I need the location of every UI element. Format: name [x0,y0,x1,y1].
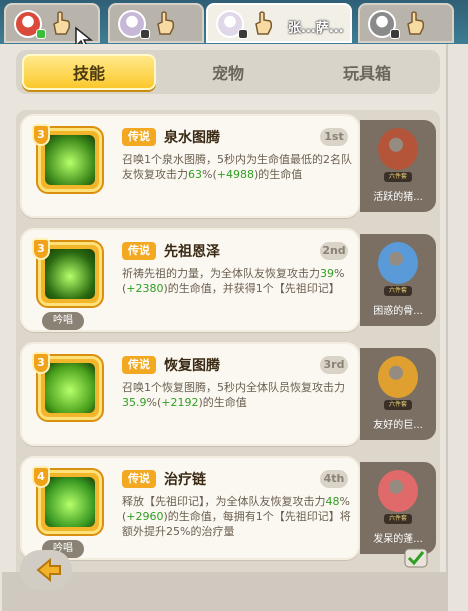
description-part: )的生命值 [253,168,303,181]
pet-portrait [378,470,418,512]
pet-portrait [378,356,418,398]
pet-set-badge: 六件套 [384,514,412,524]
status-badge [238,29,248,39]
description-part: 35.9 [122,396,147,409]
cast-order-badge: 1st [320,128,348,146]
skill-row[interactable]: 3 传说 恢复图腾 3rd 召唤1个恢复图腾，5秒内全体队员恢复攻击力 35.9%(+21… [20,342,436,446]
status-badge [140,29,150,39]
skill-list: 3 传说 泉水图腾 1st 召唤1个泉水图腾，5秒内为生命值最低的2名队友恢复攻击力63… [16,110,440,610]
player-tab[interactable]: 张...萨... [206,3,352,43]
skill-row[interactable]: 4 吟唱 传说 治疗链 4th 释放【先祖印记】，为全体队友恢复攻击力48%(+2960)… [20,456,436,560]
tab-pets[interactable]: 宠物 [161,54,295,90]
hand-point-icon [255,11,273,35]
checkmark-icon[interactable] [404,548,428,568]
skill-level-badge: 3 [32,352,50,374]
player-tab[interactable] [358,3,454,43]
description-part: %( [146,396,162,409]
hand-point-icon [407,11,425,35]
pet-name: 友好的巨... [373,420,423,431]
cast-order-badge: 4th [320,470,348,488]
skill-row[interactable]: 3 传说 泉水图腾 1st 召唤1个泉水图腾，5秒内为生命值最低的2名队友恢复攻击力63… [20,114,436,218]
skill-level-badge: 3 [32,238,50,260]
skill-level-badge: 4 [32,466,50,488]
skill-name: 恢复图腾 [164,358,220,374]
skill-name: 治疗链 [164,472,206,488]
cast-order-badge: 3rd [320,356,348,374]
description-part: +2380 [126,282,164,295]
skill-icon-art [45,135,95,185]
skill-name: 泉水图腾 [164,130,220,146]
pet-name: 活跃的猪... [373,192,423,203]
pet-slot[interactable]: 六件套友好的巨... [360,348,436,440]
tab-skills[interactable]: 技能 [22,54,156,90]
rarity-tag: 传说 [122,470,156,488]
tab-toybox[interactable]: 玩具箱 [300,54,434,90]
player-name: 张...萨... [288,21,344,36]
description-part: 召唤1个恢复图腾，5秒内全体队员恢复攻击力 [122,381,345,394]
hand-point-icon [53,11,71,35]
rarity-tag: 传说 [122,128,156,146]
skill-row[interactable]: 3 吟唱 传说 先祖恩泽 2nd 祈祷先祖的力量，为全体队友恢复攻击力39%(+2380)… [20,228,436,332]
rarity-tag: 传说 [122,356,156,374]
skill-description: 召唤1个泉水图腾，5秒内为生命值最低的2名队友恢复攻击力63%(+4988)的生… [122,152,354,182]
skill-level-badge: 3 [32,124,50,146]
back-arrow-icon [36,557,61,583]
cast-order-badge: 2nd [320,242,348,260]
pet-set-badge: 六件套 [384,286,412,296]
chant-label: 吟唱 [42,312,84,330]
skill-card[interactable]: 4 吟唱 传说 治疗链 4th 释放【先祖印记】，为全体队友恢复攻击力48%(+2960)… [20,456,360,560]
pet-set-badge: 六件套 [384,400,412,410]
skill-description: 召唤1个恢复图腾，5秒内全体队员恢复攻击力 35.9%(+2192)的生命值 [122,380,354,410]
pet-portrait [378,128,418,170]
description-part: %( [202,168,217,181]
skill-card[interactable]: 3 传说 恢复图腾 3rd 召唤1个恢复图腾，5秒内全体队员恢复攻击力 35.9%(+21… [20,342,360,446]
pet-slot[interactable]: 六件套困惑的骨... [360,234,436,326]
skill-card[interactable]: 3 传说 泉水图腾 1st 召唤1个泉水图腾，5秒内为生命值最低的2名队友恢复攻击力63… [20,114,360,218]
description-part: )的生命值 [198,396,247,409]
description-part: 释放【先祖印记】，为全体队友恢复攻击力 [122,495,326,508]
skill-icon-art [45,477,95,527]
pet-name: 困惑的骨... [373,306,423,317]
skill-card[interactable]: 3 吟唱 传说 先祖恩泽 2nd 祈祷先祖的力量，为全体队友恢复攻击力39%(+2380)… [20,228,360,332]
pet-slot[interactable]: 六件套活跃的猪... [360,120,436,212]
skill-icon-art [45,249,95,299]
status-badge [390,29,400,39]
detail-panel: 技能 宠物 玩具箱 3 传说 泉水图腾 1st 召唤1个泉水图腾，5秒内为生命值最低的2… [2,44,448,611]
pet-set-badge: 六件套 [384,172,412,182]
description-part: 祈祷先祖的力量，为全体队友恢复攻击力 [122,267,320,280]
skill-name: 先祖恩泽 [164,244,220,260]
skill-description: 释放【先祖印记】，为全体队友恢复攻击力48%(+2960)的生命值，每拥有1个【… [122,494,354,539]
description-part: 63 [188,168,202,181]
skill-icon-art [45,363,95,413]
rarity-tag: 传说 [122,242,156,260]
player-tab[interactable] [108,3,204,43]
hand-point-icon [157,11,175,35]
description-part: +4988 [216,168,254,181]
description-part: +2960 [126,510,164,523]
description-part: +2192 [161,396,199,409]
description-part: 48 [325,495,340,508]
back-button[interactable] [20,550,72,590]
pet-name: 发呆的蓬... [373,534,423,545]
category-tab-bar: 技能 宠物 玩具箱 [16,50,440,94]
status-badge [36,29,46,39]
pet-slot[interactable]: 六件套发呆的蓬... [360,462,436,554]
description-part: 39 [320,267,334,280]
pet-portrait [378,242,418,284]
description-part: )的生命值，并获得1个【先祖印记】 [163,282,340,295]
skill-description: 祈祷先祖的力量，为全体队友恢复攻击力39%(+2380)的生命值，并获得1个【先… [122,266,354,296]
